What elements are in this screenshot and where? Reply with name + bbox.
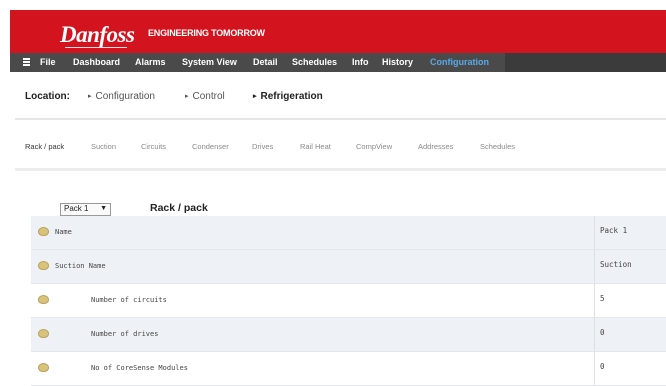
location-label-text: Location: bbox=[25, 91, 70, 102]
danfoss-logo: Danfoss bbox=[60, 22, 135, 47]
table-row[interactable]: Suction Name Suction bbox=[31, 250, 666, 284]
column-separator bbox=[594, 216, 595, 249]
column-separator bbox=[594, 318, 595, 351]
edit-icon[interactable] bbox=[38, 295, 49, 304]
edit-icon[interactable] bbox=[38, 261, 49, 270]
row-name: Number of drives bbox=[91, 330, 159, 338]
location-label: Location: bbox=[25, 91, 70, 102]
column-separator bbox=[594, 352, 595, 385]
tab-rack-pack[interactable]: Rack / pack bbox=[25, 142, 64, 151]
column-separator bbox=[594, 250, 595, 283]
tab-schedules[interactable]: Schedules bbox=[480, 142, 515, 151]
tab-addresses[interactable]: Addresses bbox=[418, 142, 453, 151]
divider bbox=[15, 118, 666, 120]
edit-icon[interactable] bbox=[38, 329, 49, 338]
chevron-right-icon: ▸ bbox=[88, 93, 92, 100]
row-value: Suction bbox=[600, 260, 632, 269]
table-row[interactable]: Name Pack 1 bbox=[31, 216, 666, 250]
tab-condenser[interactable]: Condenser bbox=[192, 142, 229, 151]
table-row[interactable]: Number of drives 0 bbox=[31, 318, 666, 352]
chevron-right-icon: ▸ bbox=[253, 93, 257, 100]
menu-file[interactable]: File bbox=[40, 57, 56, 67]
row-name: Suction Name bbox=[55, 262, 106, 270]
tab-circuits[interactable]: Circuits bbox=[141, 142, 166, 151]
pack-select[interactable]: Pack 1 ▼ bbox=[60, 203, 111, 216]
breadcrumb-refrigeration[interactable]: ▸ Refrigeration bbox=[253, 91, 323, 102]
menu-schedules[interactable]: Schedules bbox=[292, 57, 337, 67]
menu-system-view[interactable]: System View bbox=[182, 57, 237, 67]
tagline: ENGINEERING TOMORROW bbox=[148, 28, 265, 38]
menu-dashboard[interactable]: Dashboard bbox=[73, 57, 120, 67]
row-value: 0 bbox=[600, 328, 605, 337]
chevron-right-icon: ▸ bbox=[185, 93, 189, 100]
menu-info[interactable]: Info bbox=[352, 57, 369, 67]
chevron-down-icon: ▼ bbox=[100, 205, 107, 212]
row-name: Name bbox=[55, 228, 72, 236]
pack-select-value: Pack 1 bbox=[64, 204, 89, 213]
breadcrumb-control[interactable]: ▸ Control bbox=[185, 91, 225, 102]
edit-icon[interactable] bbox=[38, 363, 49, 372]
menu-history[interactable]: History bbox=[382, 57, 413, 67]
row-name: Number of circuits bbox=[91, 296, 167, 304]
breadcrumb-label: Configuration bbox=[95, 91, 155, 102]
menu-detail[interactable]: Detail bbox=[253, 57, 278, 67]
row-name: No of CoreSense Modules bbox=[91, 364, 188, 372]
column-separator bbox=[594, 284, 595, 317]
row-value: 5 bbox=[600, 294, 605, 303]
breadcrumb-label: Control bbox=[192, 91, 225, 102]
hamburger-menu-icon[interactable] bbox=[23, 58, 30, 67]
menu-alarms[interactable]: Alarms bbox=[135, 57, 166, 67]
tab-drives[interactable]: Drives bbox=[252, 142, 273, 151]
breadcrumb-label: Refrigeration bbox=[260, 91, 323, 102]
menu-configuration[interactable]: Configuration bbox=[430, 57, 489, 67]
main-menu-bar: File Dashboard Alarms System View Detail… bbox=[10, 53, 666, 72]
table-row[interactable]: Number of circuits 5 bbox=[31, 284, 666, 318]
row-value: 0 bbox=[600, 362, 605, 371]
breadcrumb-configuration[interactable]: ▸ Configuration bbox=[88, 91, 155, 102]
logo-underline bbox=[65, 47, 127, 48]
row-value: Pack 1 bbox=[600, 226, 628, 235]
section-title: Rack / pack bbox=[150, 202, 208, 214]
tab-rail-heat[interactable]: Rail Heat bbox=[300, 142, 331, 151]
divider bbox=[15, 168, 666, 171]
config-table: Name Pack 1 Suction Name Suction Number … bbox=[31, 216, 666, 386]
table-row[interactable]: No of CoreSense Modules 0 bbox=[31, 352, 666, 386]
edit-icon[interactable] bbox=[38, 227, 49, 236]
tab-compview[interactable]: CompView bbox=[356, 142, 392, 151]
app-header: Danfoss ENGINEERING TOMORROW bbox=[10, 10, 666, 53]
tab-suction[interactable]: Suction bbox=[91, 142, 116, 151]
